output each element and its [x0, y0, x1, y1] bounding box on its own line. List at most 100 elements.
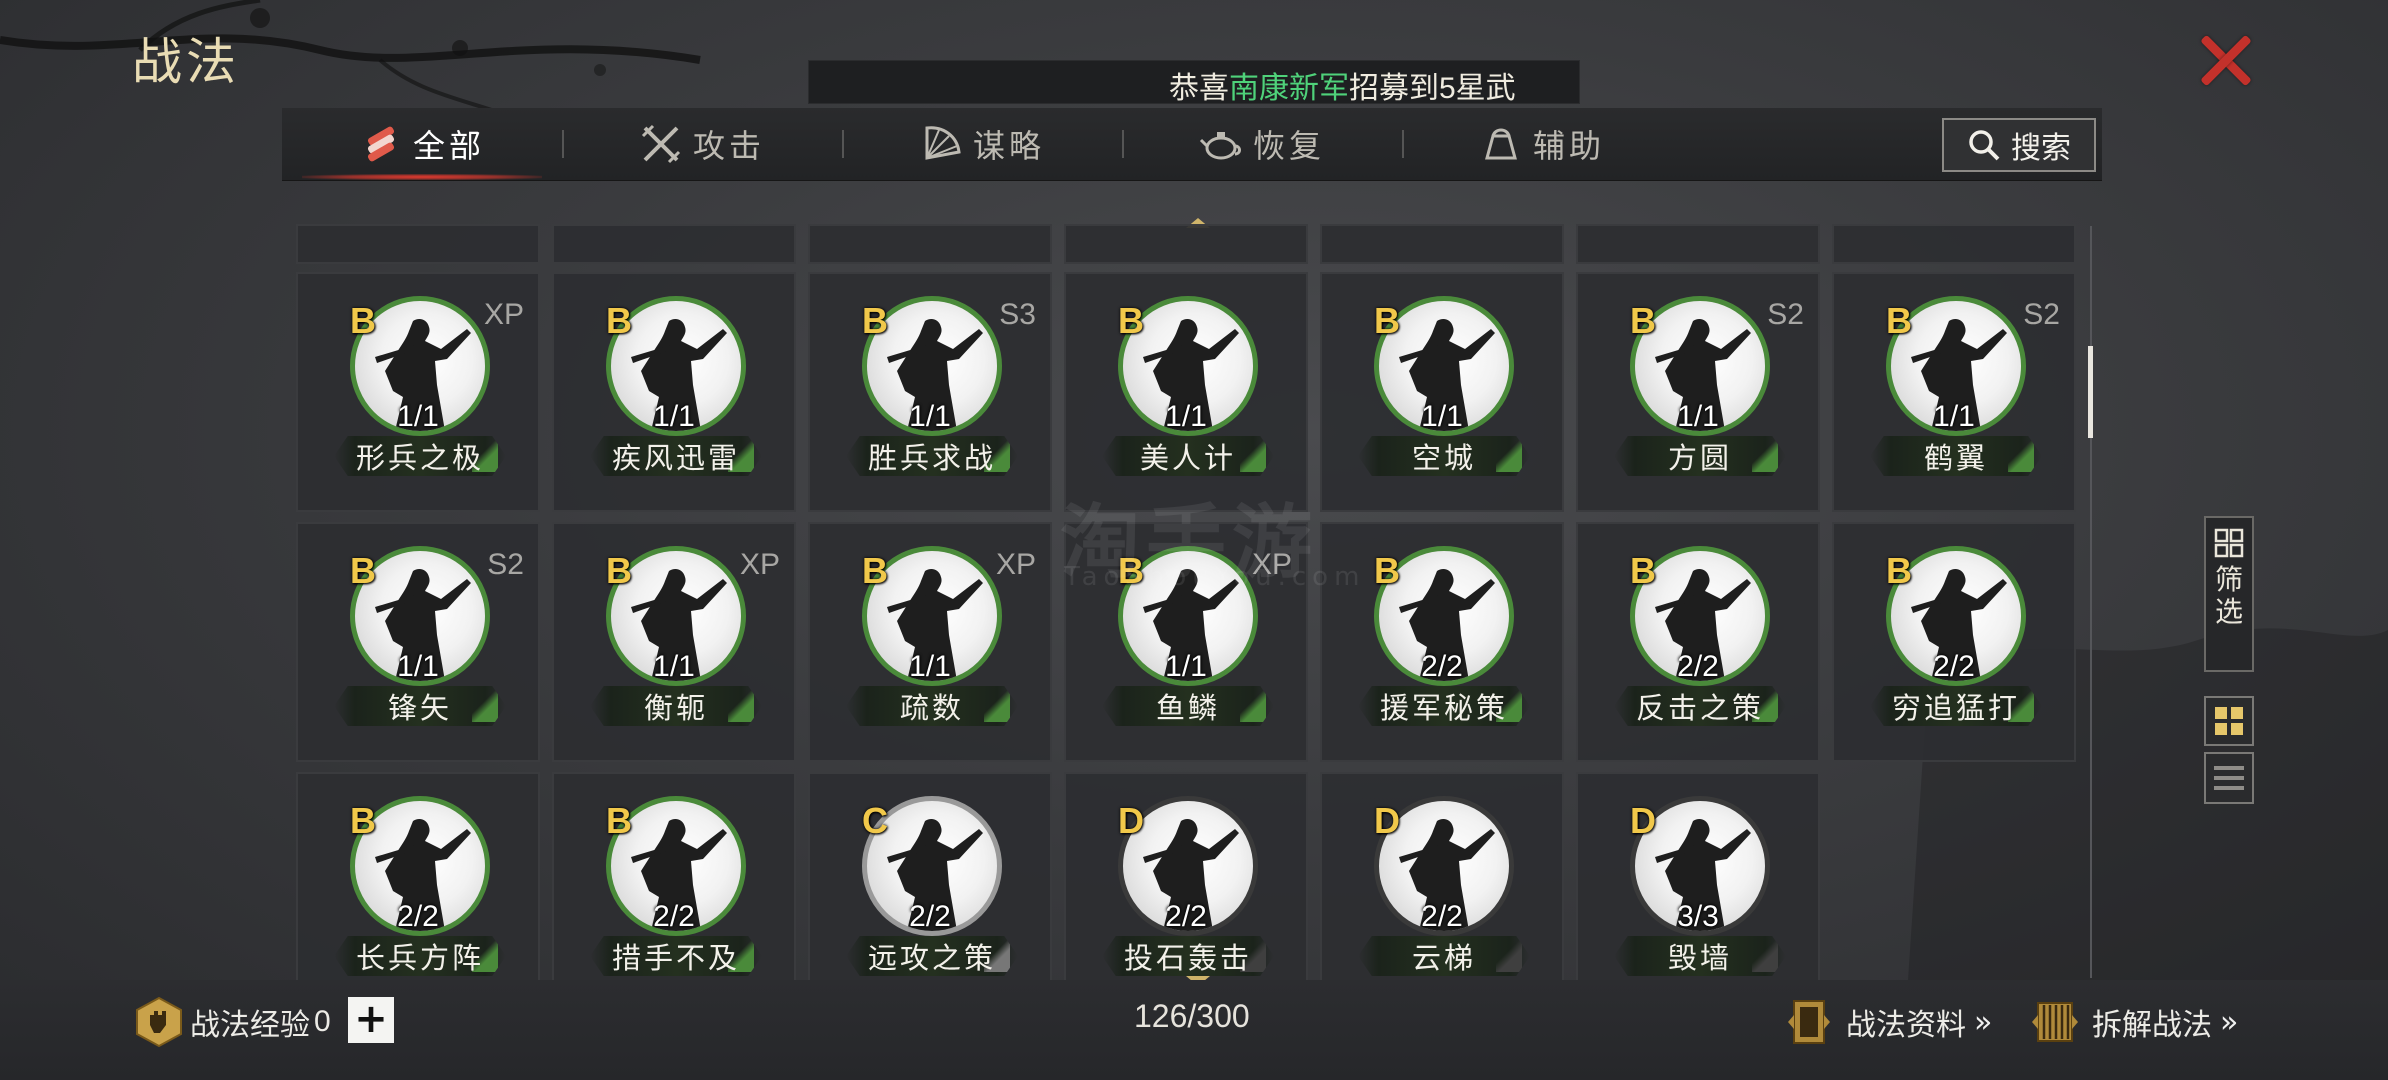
skill-card[interactable]: B 1/1 疾风迅雷 — [552, 272, 796, 512]
skill-card[interactable]: B S2 1/1 锋矢 — [296, 522, 540, 762]
skill-count: 1/1 — [1677, 400, 1719, 433]
grid-filter-icon — [2214, 528, 2244, 558]
scroll-bundle-icon — [367, 126, 395, 162]
skill-card[interactable]: B 2/2 穷追猛打 — [1832, 522, 2076, 762]
skill-card[interactable]: B 2/2 反击之策 — [1576, 522, 1820, 762]
skill-card[interactable]: B 1/1 空城 — [1320, 272, 1564, 512]
skill-name: 远攻之策 — [867, 941, 996, 975]
skill-info-link[interactable]: 战法资料 » — [1780, 992, 1992, 1052]
skill-count: 3/3 — [1677, 900, 1719, 933]
tab-recovery[interactable]: 恢复 — [1122, 108, 1402, 180]
skill-card[interactable]: B S2 1/1 方圆 — [1576, 272, 1820, 512]
skill-name: 长兵方阵 — [355, 941, 484, 975]
skill-count: 1/1 — [1933, 400, 1975, 433]
skill-card-partial[interactable] — [1832, 224, 2076, 264]
tab-attack[interactable]: 攻击 — [562, 108, 842, 180]
skill-info-label: 战法资料 — [1846, 1008, 1966, 1043]
skill-exp-icon — [136, 996, 182, 1048]
skill-card-partial[interactable] — [1064, 224, 1308, 264]
filter-label: 筛选 — [2214, 563, 2243, 628]
skill-card-partial[interactable] — [1576, 224, 1820, 264]
tab-recovery-label: 恢复 — [1252, 127, 1325, 165]
skill-card[interactable]: B XP 1/1 形兵之极 — [296, 272, 540, 512]
skill-name-bar: 美人计 — [1102, 436, 1274, 476]
skill-card[interactable]: C 2/2 远攻之策 — [808, 772, 1052, 980]
search-label: 搜索 — [2011, 131, 2071, 166]
skill-name-bar: 反击之策 — [1614, 686, 1786, 726]
skill-grade: C — [862, 800, 888, 841]
skill-name: 鱼鳞 — [1155, 691, 1220, 725]
pouch-icon — [1485, 128, 1517, 160]
add-exp-button[interactable]: + — [348, 997, 394, 1043]
dismantle-skill-label: 拆解战法 — [2092, 1008, 2212, 1043]
skill-name: 穷追猛打 — [1891, 691, 2020, 725]
ticker-text: 恭喜南康新军招募到5星武 — [1169, 72, 1516, 104]
skill-card[interactable]: B S3 1/1 胜兵求战 — [808, 272, 1052, 512]
grid-view-toggle[interactable] — [2204, 696, 2254, 746]
skill-card[interactable]: B 2/2 援军秘策 — [1320, 522, 1564, 762]
bamboo-scroll-icon — [2032, 1002, 2078, 1042]
scrollbar-thumb[interactable] — [2088, 346, 2093, 438]
skill-count: 2/2 — [1677, 650, 1719, 683]
skill-name: 援军秘策 — [1379, 691, 1508, 725]
skill-grade: B — [862, 550, 888, 591]
skill-name: 投石轰击 — [1123, 941, 1252, 975]
skill-card-partial[interactable] — [1320, 224, 1564, 264]
skill-card[interactable]: D 2/2 投石轰击 — [1064, 772, 1308, 980]
skill-card[interactable]: B S2 1/1 鹤翼 — [1832, 272, 2076, 512]
skill-grade: B — [1886, 550, 1912, 591]
teapot-icon — [1199, 132, 1241, 160]
skill-card-partial[interactable] — [808, 224, 1052, 264]
tab-strategy[interactable]: 谋略 — [842, 108, 1122, 180]
skill-name: 措手不及 — [611, 941, 740, 975]
scrollbar-track[interactable] — [2090, 226, 2092, 978]
skill-name: 空城 — [1411, 441, 1476, 475]
skill-exp-value: 0 — [314, 1005, 331, 1038]
skill-name-bar: 胜兵求战 — [846, 436, 1018, 476]
skill-name: 胜兵求战 — [867, 441, 996, 475]
skill-season-tag: S3 — [999, 298, 1036, 331]
skill-count: 2/2 — [653, 900, 695, 933]
skill-card-partial[interactable] — [552, 224, 796, 264]
skill-name-bar: 形兵之极 — [334, 436, 506, 476]
skill-card-partial[interactable] — [296, 224, 540, 264]
ticker-highlight: 南康新军 — [1229, 72, 1349, 104]
skill-grade: B — [606, 800, 632, 841]
skill-grade: B — [1886, 300, 1912, 341]
skill-season-tag: XP — [995, 548, 1036, 581]
search-button[interactable]: 搜索 — [1942, 118, 2096, 172]
skill-card[interactable]: D 3/3 毁墙 — [1576, 772, 1820, 980]
skill-count: 2/2 — [909, 900, 951, 933]
skill-grade: B — [350, 300, 376, 341]
tab-attack-label: 攻击 — [692, 127, 765, 165]
skill-name-bar: 鱼鳞 — [1102, 686, 1274, 726]
book-icon — [1788, 1000, 1830, 1044]
skill-name: 衡轭 — [643, 691, 708, 725]
skill-card[interactable]: B XP 1/1 疏数 — [808, 522, 1052, 762]
skill-card[interactable]: D 2/2 云梯 — [1320, 772, 1564, 980]
list-view-toggle[interactable] — [2204, 752, 2254, 804]
skill-name: 反击之策 — [1635, 691, 1764, 725]
skill-name-bar: 云梯 — [1358, 936, 1530, 976]
tab-all-label: 全部 — [412, 127, 485, 165]
dismantle-skill-arrow: » — [2220, 1004, 2239, 1040]
close-button[interactable] — [2196, 30, 2256, 90]
filter-button[interactable]: 筛选 — [2204, 516, 2254, 672]
skill-season-tag: S2 — [2023, 298, 2060, 331]
skill-card[interactable]: B 1/1 美人计 — [1064, 272, 1308, 512]
skill-exp: 战法经验 0 — [132, 992, 331, 1052]
skill-season-tag: XP — [483, 298, 524, 331]
skill-count: 1/1 — [397, 400, 439, 433]
skill-card[interactable]: B 2/2 措手不及 — [552, 772, 796, 980]
dismantle-skill-link[interactable]: 拆解战法 » — [2026, 992, 2238, 1052]
skill-name-bar: 鹤翼 — [1870, 436, 2042, 476]
skill-card[interactable]: B 2/2 长兵方阵 — [296, 772, 540, 980]
skill-season-tag: XP — [739, 548, 780, 581]
skill-count: 1/1 — [653, 400, 695, 433]
skill-card[interactable]: B XP 1/1 衡轭 — [552, 522, 796, 762]
skill-count: 2/2 — [1933, 650, 1975, 683]
tab-all[interactable]: 全部 — [282, 108, 562, 180]
tab-support[interactable]: 辅助 — [1402, 108, 1682, 180]
skill-count: 2/2 — [397, 900, 439, 933]
skill-name-bar: 锋矢 — [334, 686, 506, 726]
